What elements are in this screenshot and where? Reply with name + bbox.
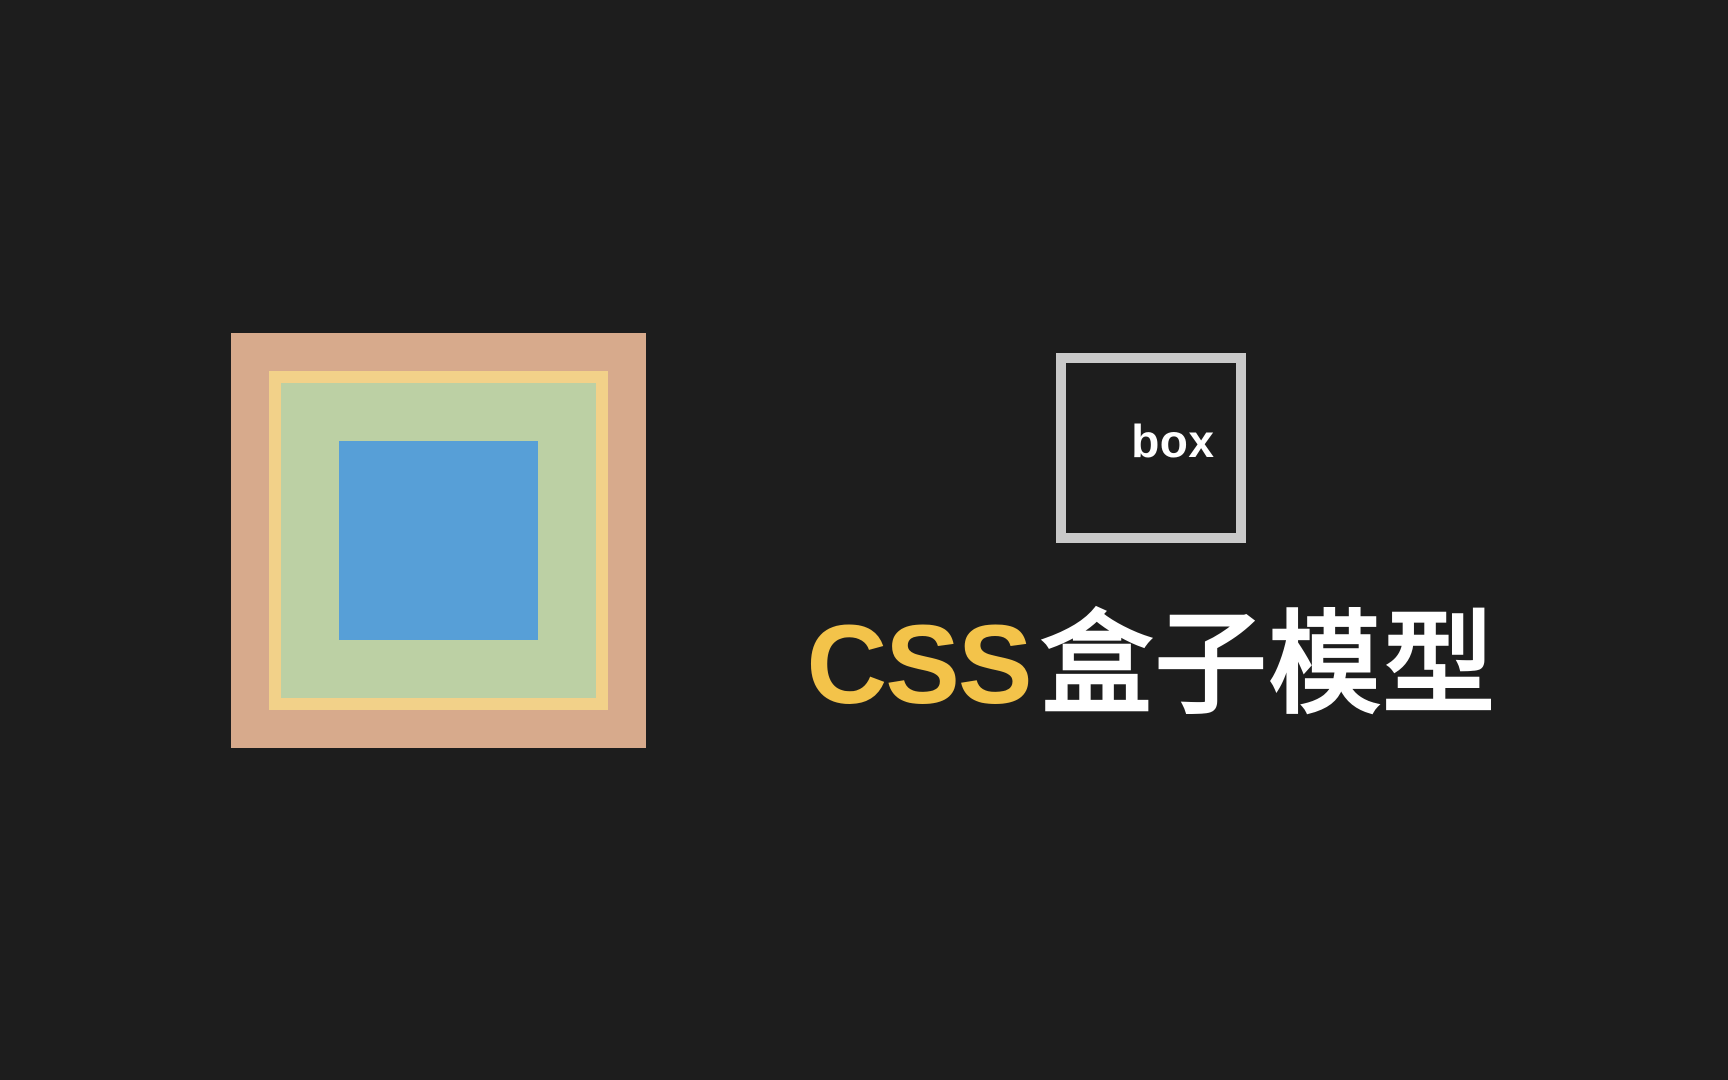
box-icon: box [1056,353,1246,543]
box-model-diagram [231,333,646,748]
page-title: CSS盒子模型 [806,603,1496,726]
title-css: CSS [806,602,1030,727]
canvas: box CSS盒子模型 [0,0,1728,1080]
right-panel: box CSS盒子模型 [806,353,1496,726]
content-layer [339,441,538,640]
title-cn: 盒子模型 [1041,602,1497,727]
box-icon-label: box [1131,414,1214,468]
